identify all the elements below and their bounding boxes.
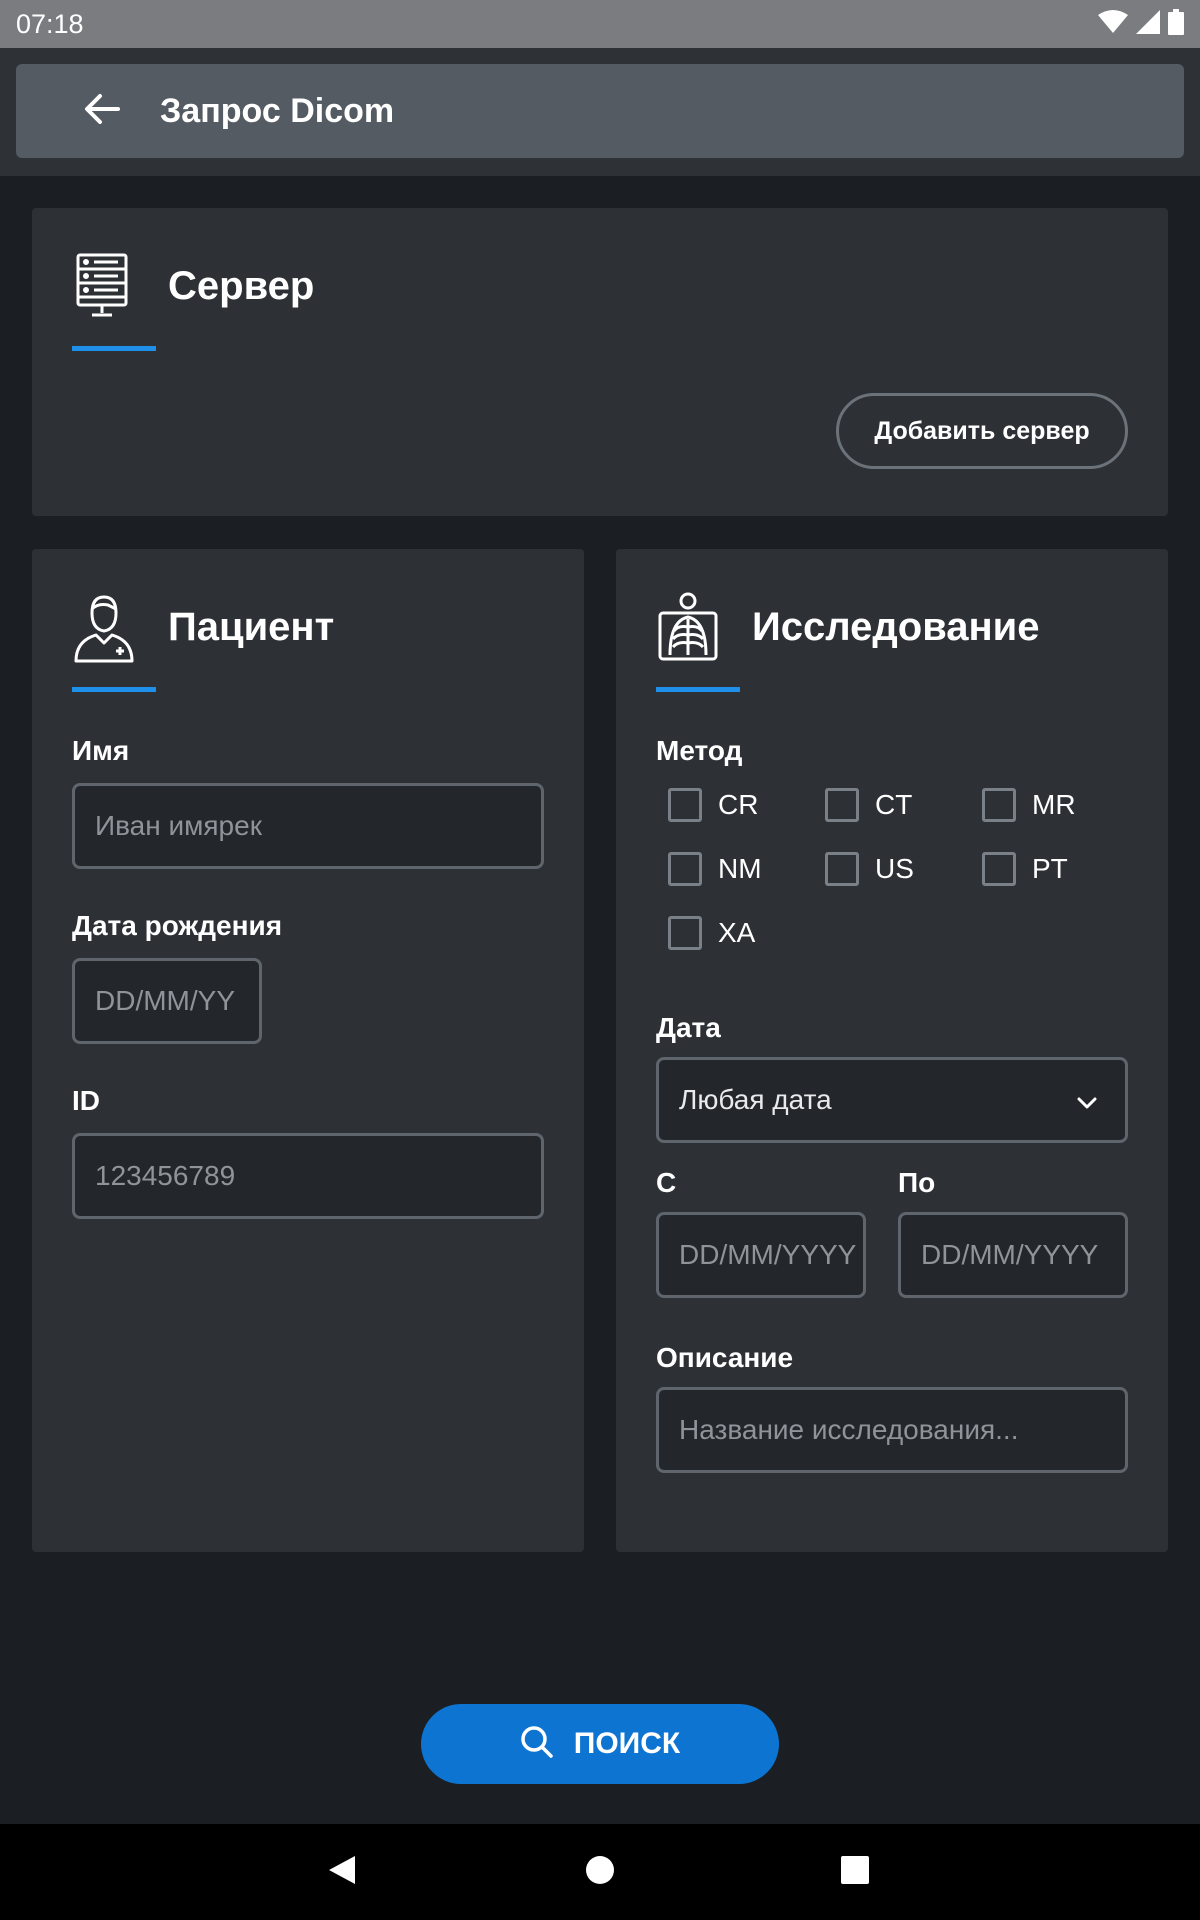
description-label: Описание (656, 1342, 794, 1373)
method-checkbox-us[interactable]: US (825, 852, 914, 886)
patient-title-underline (72, 687, 156, 692)
nav-home-button[interactable] (576, 1848, 624, 1896)
checkbox-label: CR (718, 789, 759, 820)
wifi-icon (1098, 9, 1128, 39)
patient-card-header: Пациент (72, 587, 334, 667)
checkbox-box[interactable] (982, 852, 1016, 886)
battery-icon (1168, 8, 1184, 40)
checkbox-box[interactable] (668, 852, 702, 886)
server-card: Сервер Добавить сервер (32, 208, 1168, 516)
top-app-bar: Запрос Dicom (16, 64, 1184, 158)
to-label: По (898, 1167, 936, 1198)
checkbox-box[interactable] (982, 788, 1016, 822)
square-recents-icon (840, 1855, 870, 1890)
status-time: 07:18 (16, 8, 84, 39)
date-to-input[interactable]: DD/MM/YYYY (898, 1212, 1128, 1298)
checkbox-label: NM (718, 853, 762, 884)
checkbox-label: XA (718, 917, 756, 948)
back-button[interactable] (70, 79, 134, 143)
patient-card: Пациент Имя Иван имярек Дата рождения DD… (32, 549, 584, 1552)
checkbox-box[interactable] (668, 916, 702, 950)
study-title-underline (656, 687, 740, 692)
checkbox-label: MR (1032, 789, 1076, 820)
server-title-underline (72, 346, 156, 351)
xray-chest-icon (656, 585, 740, 669)
add-server-button[interactable]: Добавить сервер (836, 393, 1128, 469)
study-card-title: Исследование (752, 604, 1040, 649)
date-from-input[interactable]: DD/MM/YYYY (656, 1212, 866, 1298)
study-card-header: Исследование (656, 587, 1040, 667)
patient-card-title: Пациент (168, 604, 335, 649)
search-icon (520, 1725, 554, 1764)
server-icon (72, 244, 156, 328)
system-nav-bar (0, 1824, 1200, 1920)
chevron-down-icon (1077, 1084, 1097, 1116)
server-card-title: Сервер (168, 263, 315, 308)
checkbox-label: CT (875, 789, 913, 820)
appbar-area: Запрос Dicom (0, 48, 1200, 176)
signal-icon (1136, 9, 1160, 39)
patient-icon (72, 585, 156, 669)
checkbox-box[interactable] (825, 788, 859, 822)
method-label: Метод (656, 735, 743, 766)
search-button-label: ПОИСК (573, 1727, 681, 1760)
circle-home-icon (585, 1855, 615, 1890)
search-button[interactable]: ПОИСК (421, 1704, 779, 1784)
checkbox-label: PT (1032, 853, 1068, 884)
dob-label: Дата рождения (72, 910, 283, 941)
method-checkbox-pt[interactable]: PT (982, 852, 1068, 886)
description-input[interactable]: Название исследования... (656, 1387, 1128, 1473)
date-select-value: Любая дата (679, 1084, 832, 1115)
nav-recents-button[interactable] (831, 1848, 879, 1896)
checkbox-box[interactable] (668, 788, 702, 822)
checkbox-box[interactable] (825, 852, 859, 886)
method-checkbox-ct[interactable]: CT (825, 788, 912, 822)
from-label: С (656, 1167, 677, 1198)
status-icons (1098, 8, 1184, 40)
checkbox-label: US (875, 853, 914, 884)
date-select[interactable]: Любая дата (656, 1057, 1128, 1143)
id-input[interactable]: 123456789 (72, 1133, 544, 1219)
triangle-back-icon (327, 1854, 357, 1891)
method-checkbox-xa[interactable]: XA (668, 916, 755, 950)
name-label: Имя (72, 735, 130, 766)
date-label: Дата (656, 1012, 721, 1043)
method-checkbox-nm[interactable]: NM (668, 852, 762, 886)
id-label: ID (72, 1085, 100, 1116)
name-input[interactable]: Иван имярек (72, 783, 544, 869)
method-checkbox-mr[interactable]: MR (982, 788, 1076, 822)
dob-input[interactable]: DD/MM/YY (72, 958, 262, 1044)
arrow-left-icon (84, 93, 120, 130)
page-title: Запрос Dicom (160, 91, 395, 130)
status-bar: 07:18 (0, 0, 1200, 48)
server-card-header: Сервер (72, 246, 314, 326)
study-card: Исследование Метод CR CT MR NM US PT XA … (616, 549, 1168, 1552)
method-checkbox-cr[interactable]: CR (668, 788, 758, 822)
nav-back-button[interactable] (318, 1848, 366, 1896)
